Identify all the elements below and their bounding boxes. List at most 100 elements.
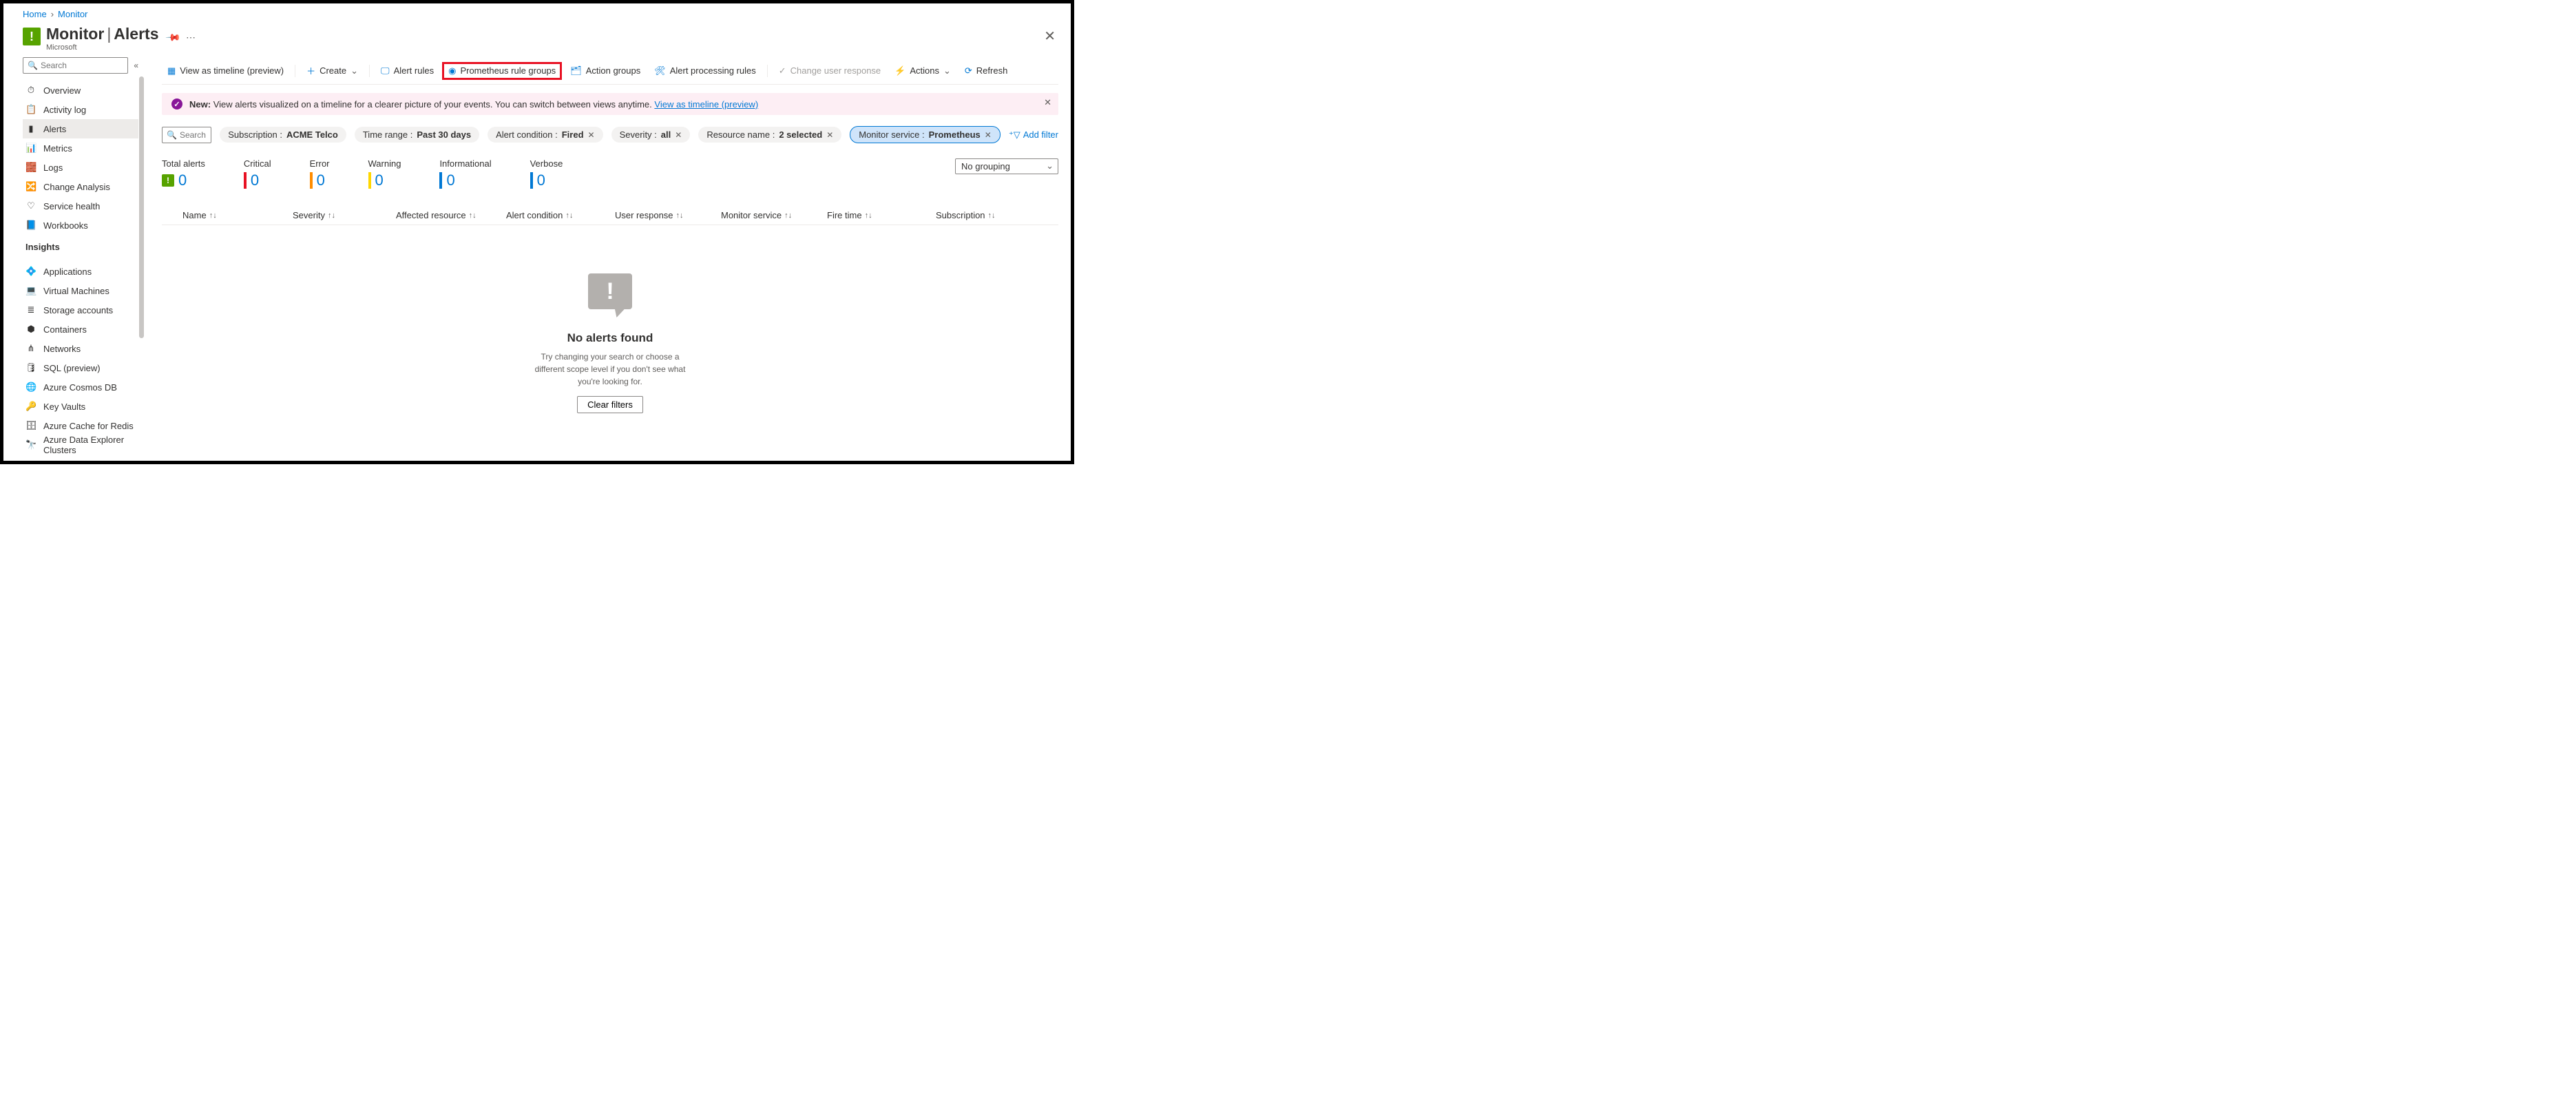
- nav-label: Containers: [43, 324, 87, 335]
- column-severity[interactable]: Severity↑↓: [293, 210, 396, 220]
- sidebar-item-overview[interactable]: ⏱Overview: [23, 81, 138, 100]
- action-groups-button[interactable]: 🗂Action groups: [565, 63, 646, 79]
- sidebar-item-logs[interactable]: 🧱Logs: [23, 158, 138, 177]
- search-icon: 🔍: [167, 130, 177, 140]
- alert-processing-rules-button[interactable]: 🛠Alert processing rules: [649, 63, 762, 79]
- more-icon[interactable]: ⋯: [186, 32, 196, 43]
- column-user-response[interactable]: User response↑↓: [615, 210, 721, 220]
- nav-label: Alerts: [43, 124, 66, 134]
- nav-label: Overview: [43, 85, 81, 96]
- empty-state: ! No alerts found Try changing your sear…: [162, 273, 1058, 413]
- breadcrumb-home[interactable]: Home: [23, 9, 47, 19]
- counter-critical[interactable]: Critical0: [244, 158, 271, 189]
- alerts-search[interactable]: 🔍: [162, 127, 211, 143]
- sort-icon: ↑↓: [784, 211, 792, 220]
- timeline-icon: ▦: [167, 65, 176, 76]
- nav-icon: 📘: [25, 220, 36, 231]
- column-subscription[interactable]: Subscription↑↓: [936, 210, 1018, 220]
- sidebar: 🔍 « ⏱Overview📋Activity log▮Alerts📊Metric…: [3, 57, 138, 455]
- sidebar-search[interactable]: 🔍: [23, 57, 128, 74]
- counter-error[interactable]: Error0: [310, 158, 330, 189]
- page-title: Monitor|Alerts: [46, 25, 159, 43]
- nav-icon: 💻: [25, 285, 36, 296]
- nav-label: Service health: [43, 201, 100, 211]
- filter-row: 🔍 Subscription : ACME Telco Time range :…: [162, 126, 1058, 143]
- sidebar-item-alerts[interactable]: ▮Alerts: [23, 119, 138, 138]
- empty-title: No alerts found: [162, 331, 1058, 345]
- chip-remove-icon[interactable]: ✕: [826, 130, 833, 140]
- column-name[interactable]: Name↑↓: [182, 210, 293, 220]
- sidebar-item-containers[interactable]: ⬢Containers: [23, 320, 138, 339]
- sidebar-item-key-vaults[interactable]: 🔑Key Vaults: [23, 397, 138, 416]
- processing-rules-icon: 🛠: [654, 65, 666, 76]
- breadcrumb-monitor[interactable]: Monitor: [58, 9, 87, 19]
- column-fire-time[interactable]: Fire time↑↓: [827, 210, 936, 220]
- sidebar-item-metrics[interactable]: 📊Metrics: [23, 138, 138, 158]
- add-filter-button[interactable]: ⁺▽Add filter: [1009, 129, 1058, 141]
- actions-button[interactable]: ⚡Actions⌄: [889, 63, 956, 79]
- sidebar-item-storage-accounts[interactable]: ≣Storage accounts: [23, 300, 138, 320]
- plus-icon: ＋: [306, 64, 315, 77]
- prometheus-rule-groups-button[interactable]: ◉Prometheus rule groups: [442, 62, 562, 80]
- alert-rules-button[interactable]: 🖵Alert rules: [375, 63, 439, 79]
- sidebar-item-workbooks[interactable]: 📘Workbooks: [23, 216, 138, 235]
- alerts-search-input[interactable]: [180, 130, 207, 140]
- column-alert-condition[interactable]: Alert condition↑↓: [506, 210, 615, 220]
- sidebar-item-service-health[interactable]: ♡Service health: [23, 196, 138, 216]
- sidebar-search-input[interactable]: [41, 61, 123, 70]
- banner-link[interactable]: View as timeline (preview): [654, 99, 758, 110]
- chip-remove-icon[interactable]: ✕: [675, 130, 682, 140]
- alert-rules-icon: 🖵: [381, 65, 390, 76]
- empty-message: Try changing your search or choose a dif…: [534, 351, 686, 388]
- banner-close-icon[interactable]: ✕: [1044, 97, 1051, 108]
- nav-icon: 🔀: [25, 181, 36, 192]
- nav-label: Activity log: [43, 105, 86, 115]
- pin-icon[interactable]: 📌: [165, 29, 181, 45]
- filter-subscription[interactable]: Subscription : ACME Telco: [220, 127, 346, 143]
- grouping-select[interactable]: No grouping: [955, 158, 1058, 174]
- sidebar-item-azure-cache-for-redis[interactable]: 🗄Azure Cache for Redis: [23, 416, 138, 435]
- chip-remove-icon[interactable]: ✕: [985, 130, 992, 140]
- change-user-response-button: ✓Change user response: [773, 63, 886, 79]
- refresh-button[interactable]: ⟳Refresh: [959, 63, 1013, 79]
- nav-icon: 💠: [25, 266, 36, 277]
- filter-timerange[interactable]: Time range : Past 30 days: [355, 127, 479, 143]
- column-affected-resource[interactable]: Affected resource↑↓: [396, 210, 506, 220]
- counter-warning[interactable]: Warning0: [368, 158, 401, 189]
- sidebar-item-applications[interactable]: 💠Applications: [23, 262, 138, 281]
- prometheus-icon: ◉: [448, 65, 456, 76]
- sidebar-item-sql-preview-[interactable]: 🛢SQL (preview): [23, 358, 138, 377]
- nav-icon: 🗄: [25, 420, 36, 431]
- nav-icon: 🌐: [25, 382, 36, 393]
- lightning-icon: ⚡: [894, 65, 905, 76]
- no-alerts-icon: !: [583, 273, 638, 322]
- nav-label: Virtual Machines: [43, 286, 109, 296]
- counter-informational[interactable]: Informational0: [439, 158, 491, 189]
- sidebar-item-change-analysis[interactable]: 🔀Change Analysis: [23, 177, 138, 196]
- create-button[interactable]: ＋Create⌄: [301, 61, 364, 80]
- close-icon[interactable]: ✕: [1044, 28, 1056, 45]
- sidebar-item-azure-cosmos-db[interactable]: 🌐Azure Cosmos DB: [23, 377, 138, 397]
- filter-alert-condition[interactable]: Alert condition : Fired✕: [488, 127, 603, 143]
- nav-label: Azure Data Explorer Clusters: [43, 435, 138, 455]
- sidebar-item-activity-log[interactable]: 📋Activity log: [23, 100, 138, 119]
- clear-filters-button[interactable]: Clear filters: [577, 396, 643, 413]
- counter-total-alerts[interactable]: Total alerts!0: [162, 158, 205, 189]
- sort-icon: ↑↓: [988, 211, 996, 220]
- nav-icon: 🔭: [25, 439, 36, 450]
- filter-resource-name[interactable]: Resource name : 2 selected✕: [698, 127, 841, 143]
- sidebar-item-networks[interactable]: ⋔Networks: [23, 339, 138, 358]
- page-header: ! Monitor|Alerts Microsoft 📌 ⋯ ✕: [3, 25, 1071, 52]
- sidebar-item-virtual-machines[interactable]: 💻 Virtual Machines: [23, 281, 138, 300]
- filter-monitor-service[interactable]: Monitor service : Prometheus✕: [850, 126, 1001, 143]
- view-timeline-button[interactable]: ▦View as timeline (preview): [162, 63, 289, 79]
- column-monitor-service[interactable]: Monitor service↑↓: [721, 210, 827, 220]
- chip-remove-icon[interactable]: ✕: [588, 130, 595, 140]
- check-icon: ✓: [779, 65, 786, 76]
- counter-verbose[interactable]: Verbose0: [530, 158, 563, 189]
- toolbar: ▦View as timeline (preview) ＋Create⌄ 🖵Al…: [162, 57, 1058, 85]
- collapse-sidebar-icon[interactable]: «: [134, 61, 138, 70]
- nav-label: SQL (preview): [43, 363, 101, 373]
- sidebar-item-azure-data-explorer-clusters[interactable]: 🔭 Azure Data Explorer Clusters: [23, 435, 138, 455]
- filter-severity[interactable]: Severity : all✕: [611, 127, 691, 143]
